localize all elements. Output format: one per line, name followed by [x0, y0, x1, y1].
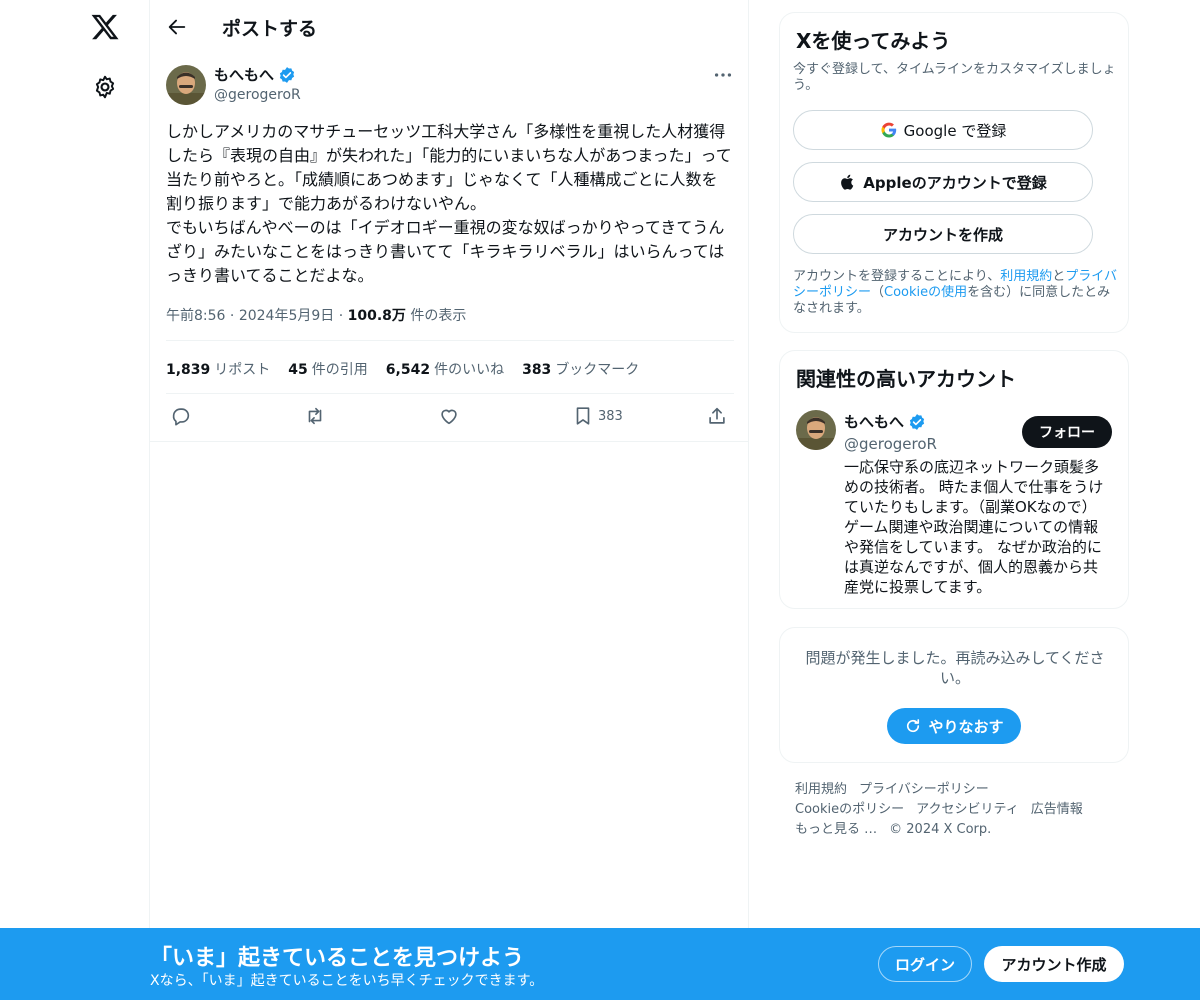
left-nav: [0, 0, 150, 1000]
signup-card-subtitle: 今すぐ登録して、タイムラインをカスタマイズしましょう。: [793, 62, 1116, 93]
banner-subtitle: Xなら、「いま」起きていることをいち早くチェックできます。: [150, 973, 544, 989]
author-avatar[interactable]: [166, 65, 206, 105]
stat-likes[interactable]: 6,542 件のいいね: [386, 359, 504, 379]
back-arrow-icon[interactable]: [166, 16, 188, 38]
verified-badge-icon: [909, 413, 925, 430]
repost-icon: [308, 407, 322, 425]
create-account-button[interactable]: アカウントを作成: [793, 214, 1093, 254]
heart-icon: [441, 409, 457, 425]
tweet-meta: 午前8:56 · 2024年5月9日 · 100.8万 件の表示: [166, 308, 467, 324]
repost-button[interactable]: [304, 404, 326, 428]
bookmark-button[interactable]: 383: [572, 404, 623, 428]
terms-link[interactable]: 利用規約: [1000, 269, 1052, 284]
footer-link[interactable]: プライバシーポリシー: [859, 782, 989, 797]
footer-link[interactable]: アクセシビリティ: [916, 802, 1019, 817]
view-label: 件の表示: [410, 308, 467, 324]
stat-reposts[interactable]: 1,839 リポスト: [166, 359, 270, 379]
divider: [150, 441, 748, 442]
bookmark-count: 383: [598, 408, 623, 424]
signup-button[interactable]: アカウント作成: [984, 946, 1124, 982]
share-icon: [709, 407, 725, 424]
related-name[interactable]: もへもへ: [844, 411, 926, 432]
related-card-title: 関連性の高いアカウント: [796, 367, 1016, 391]
footer-link[interactable]: Cookieのポリシー: [795, 802, 904, 817]
google-logo-icon: [881, 122, 896, 138]
google-signup-button[interactable]: Google で登録: [793, 110, 1093, 150]
view-count: 100.8万: [347, 308, 406, 324]
verified-badge-icon: [279, 66, 295, 83]
share-button[interactable]: [706, 404, 728, 428]
footer-link[interactable]: 広告情報: [1031, 802, 1083, 817]
related-handle[interactable]: @gerogeroR: [844, 435, 937, 453]
error-card: 問題が発生しました。再読み込みしてください。 やりなおす: [779, 627, 1129, 763]
author-handle[interactable]: @gerogeroR: [214, 87, 301, 103]
reply-icon: [172, 408, 190, 426]
login-button[interactable]: ログイン: [878, 946, 972, 982]
tweet-stats: 1,839 リポスト 45 件の引用 6,542 件のいいね 383 ブックマーク: [166, 359, 639, 379]
login-banner: 「いま」起きていることを見つけよう Xなら、「いま」起きていることをいち早くチェ…: [0, 928, 1200, 1000]
apple-signup-button[interactable]: Appleのアカウントで登録: [793, 162, 1093, 202]
related-avatar[interactable]: [796, 410, 836, 450]
bookmark-icon: [576, 407, 590, 425]
banner-title: 「いま」起きていることを見つけよう: [150, 946, 525, 971]
more-options-icon[interactable]: [712, 64, 734, 86]
divider: [166, 340, 734, 341]
like-button[interactable]: [438, 404, 460, 428]
stat-quotes[interactable]: 45 件の引用: [288, 359, 367, 379]
retry-button[interactable]: やりなおす: [887, 708, 1021, 744]
tweet-time[interactable]: 午前8:56: [166, 308, 225, 324]
apple-logo-icon: [841, 174, 854, 190]
tweet-actions: 383: [150, 404, 748, 434]
copyright: © 2024 X Corp.: [889, 822, 992, 837]
error-message: 問題が発生しました。再読み込みしてください。: [805, 649, 1105, 687]
gear-icon[interactable]: [92, 74, 118, 100]
author-name[interactable]: もへもへ: [214, 64, 296, 85]
footer-link[interactable]: 利用規約: [795, 782, 847, 797]
follow-button[interactable]: フォロー: [1022, 416, 1112, 448]
main-column: ポストする もへもへ @gerogeroR しかしアメリカのマサチューセッツ工科…: [150, 0, 749, 1000]
related-accounts-card: 関連性の高いアカウント もへもへ @gerogeroR フォロー 一応保守系の底…: [779, 350, 1129, 609]
cookie-link[interactable]: Cookieの使用: [884, 285, 967, 300]
footer-link[interactable]: もっと見る …: [795, 822, 877, 837]
signup-card-title: Xを使ってみよう: [796, 29, 951, 53]
stat-bookmarks[interactable]: 383 ブックマーク: [522, 359, 639, 379]
footer-links: 利用規約 プライバシーポリシー Cookieのポリシー アクセシビリティ 広告情報 も…: [795, 780, 1115, 840]
tweet-date[interactable]: 2024年5月9日: [239, 308, 334, 324]
page-title: ポストする: [222, 18, 318, 40]
related-bio: 一応保守系の底辺ネットワーク頭髪多めの技術者。 時たま個人で仕事をうけていたりも…: [844, 458, 1104, 596]
tweet-text: しかしアメリカのマサチューセッツ工科大学さん「多様性を重視した人材獲得したら『表…: [166, 122, 732, 285]
terms-notice: アカウントを登録することにより、利用規約とプライバシーポリシー（Cookieの使…: [793, 269, 1118, 316]
x-logo-icon[interactable]: [90, 12, 120, 42]
divider: [166, 393, 734, 394]
signup-card: Xを使ってみよう 今すぐ登録して、タイムラインをカスタマイズしましょう。 Goo…: [779, 12, 1129, 333]
reply-button[interactable]: [170, 404, 192, 428]
page-header: ポストする: [150, 0, 748, 53]
refresh-icon: [907, 719, 920, 733]
